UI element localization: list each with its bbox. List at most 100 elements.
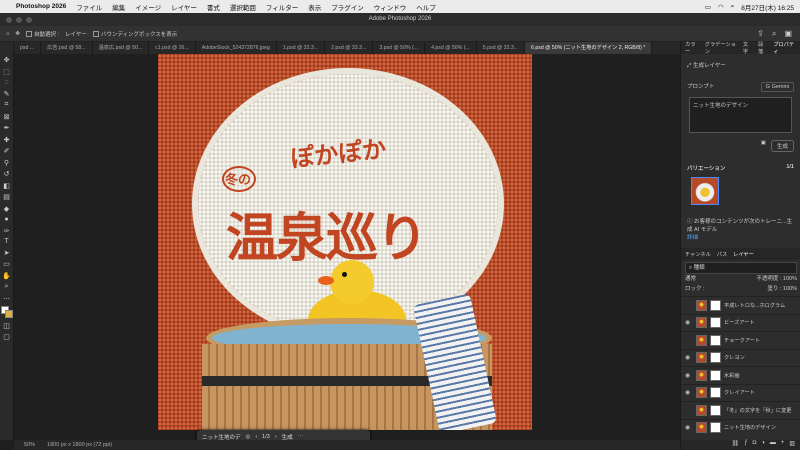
home-icon[interactable]: ⌂: [6, 31, 9, 37]
eyedropper-tool-icon[interactable]: ✒: [4, 124, 10, 132]
gradient-tool-icon[interactable]: ▤: [3, 193, 10, 201]
doc-tab[interactable]: 1.psd @ 33.3...: [277, 42, 326, 54]
doc-tab[interactable]: 4.psd @ 50% (...: [425, 42, 477, 54]
eye-icon[interactable]: ◉: [685, 389, 693, 396]
blur-tool-icon[interactable]: ◆: [4, 205, 9, 213]
eye-icon[interactable]: ◉: [685, 319, 693, 326]
stamp-tool-icon[interactable]: ⚲: [4, 159, 9, 167]
menu-type[interactable]: 書式: [207, 2, 220, 12]
tab-channels[interactable]: チャンネル: [685, 251, 711, 258]
fx-icon[interactable]: ƒ: [744, 440, 747, 450]
tab-color[interactable]: カラー: [685, 41, 699, 55]
tab-properties[interactable]: プロパティ: [773, 41, 796, 55]
wifi-icon[interactable]: ◠: [718, 3, 724, 11]
battery-icon[interactable]: ▭: [705, 3, 711, 11]
menu-window[interactable]: ウィンドウ: [374, 2, 407, 12]
eye-icon[interactable]: ◉: [685, 354, 693, 361]
layer-row[interactable]: ◉ 水彩画: [681, 366, 800, 384]
datetime[interactable]: 8月27日(木) 16:25: [741, 2, 794, 12]
generate-button[interactable]: 生成: [770, 140, 794, 152]
brush-tool-icon[interactable]: ✐: [4, 147, 10, 155]
eraser-tool-icon[interactable]: ◧: [3, 182, 10, 190]
color-swatches[interactable]: [0, 306, 13, 318]
folder-icon[interactable]: ▬: [770, 440, 776, 450]
quick-mask-icon[interactable]: ◫: [3, 322, 10, 330]
hand-tool-icon[interactable]: ✋: [2, 272, 11, 280]
lasso-tool-icon[interactable]: ◌: [4, 79, 8, 86]
doc-tab[interactable]: 温泉広.psd @ 50...: [93, 42, 150, 54]
bbox-checkbox[interactable]: バウンディングボックスを表示: [92, 30, 177, 38]
window-controls[interactable]: [6, 17, 32, 23]
fill-value[interactable]: 100%: [783, 286, 797, 292]
variation-thumbnail[interactable]: [691, 177, 719, 205]
doc-tab[interactable]: 3.psd @ 50% (...: [373, 42, 426, 54]
path-select-icon[interactable]: ➤: [4, 249, 10, 257]
tab-gradient[interactable]: グラデーション: [705, 41, 737, 55]
doc-tab[interactable]: 広告.psd @ 58...: [41, 42, 93, 54]
blend-mode-dropdown[interactable]: 通常: [685, 274, 696, 284]
menu-filter[interactable]: フィルター: [266, 2, 298, 12]
workspace-icon[interactable]: ▣: [784, 29, 792, 39]
menu-plugins[interactable]: プラグイン: [331, 2, 364, 12]
doc-tab[interactable]: 5.psd @ 33.3...: [477, 42, 526, 54]
layer-row[interactable]: チョークアート: [681, 331, 800, 349]
screen-mode-icon[interactable]: ▢: [3, 333, 10, 341]
doc-tab-active[interactable]: 6.psd @ 50% (ニット生地のデザイン 2, RGB/8) *: [525, 42, 653, 54]
layer-row[interactable]: 平成レトロな...ホログラム: [681, 296, 800, 314]
prompt-input[interactable]: ニット生地のデザイン: [689, 97, 792, 133]
menu-help[interactable]: ヘルプ: [416, 2, 436, 12]
menu-view[interactable]: 表示: [308, 2, 321, 12]
auto-select-checkbox[interactable]: 自動選択 :: [25, 30, 59, 38]
tab-character[interactable]: 文字: [743, 41, 752, 55]
doc-tab[interactable]: AdobeStock_524372876.jpeg: [196, 42, 277, 54]
search-icon[interactable]: ⌕: [772, 29, 776, 39]
doc-tab[interactable]: 2.psd @ 33.3...: [325, 42, 374, 54]
shape-tool-icon[interactable]: ▭: [3, 260, 10, 268]
healing-tool-icon[interactable]: ✚: [4, 136, 10, 144]
menu-edit[interactable]: 編集: [112, 2, 125, 12]
layer-row[interactable]: ◉ ニット生地のデザイン: [681, 418, 800, 437]
layer-row[interactable]: ◉ ビーズアート: [681, 313, 800, 332]
search-icon[interactable]: ⌕: [731, 3, 735, 11]
document-size[interactable]: 1800 px x 1800 px (72 ppi): [47, 442, 112, 448]
frame-tool-icon[interactable]: ⊠: [4, 113, 10, 121]
layer-row[interactable]: ◉ クレイアート: [681, 383, 800, 402]
canvas-artwork[interactable]: ぽかぽか 冬の 温泉巡り: [158, 54, 532, 430]
menu-image[interactable]: イメージ: [135, 2, 161, 12]
opacity-value[interactable]: 100%: [783, 276, 797, 282]
eye-icon[interactable]: ◉: [685, 372, 693, 379]
variations-label[interactable]: バリエーション: [687, 164, 725, 172]
history-brush-icon[interactable]: ↺: [4, 170, 10, 178]
trash-icon[interactable]: ▥: [789, 440, 795, 450]
doc-tab[interactable]: c1.psd @ 26...: [149, 42, 196, 54]
link-icon[interactable]: ⛓: [732, 440, 740, 450]
mask-icon[interactable]: ◘: [753, 440, 757, 450]
layer-row[interactable]: ◉ クレヨン: [681, 348, 800, 367]
new-layer-icon[interactable]: +: [781, 440, 785, 450]
filter-kind[interactable]: ⌕ 種類: [685, 262, 797, 274]
menu-file[interactable]: ファイル: [76, 2, 102, 12]
menu-select[interactable]: 選択範囲: [230, 2, 256, 12]
notice-link[interactable]: 詳細: [687, 235, 698, 241]
tab-paragraph[interactable]: 段落: [758, 41, 767, 55]
zoom-level[interactable]: 50%: [24, 442, 35, 448]
tab-paths[interactable]: パス: [717, 251, 727, 258]
adjustment-icon[interactable]: ◑: [761, 440, 765, 450]
model-dropdown[interactable]: G Gemini: [760, 82, 794, 92]
pen-tool-icon[interactable]: ✑: [4, 227, 10, 235]
auto-select-dropdown[interactable]: レイヤー: [65, 30, 87, 38]
menu-layer[interactable]: レイヤー: [171, 2, 197, 12]
reference-icon[interactable]: ▣: [761, 140, 766, 152]
eye-icon[interactable]: ◉: [685, 424, 693, 431]
doc-tab[interactable]: psd ...: [14, 42, 42, 54]
crop-tool-icon[interactable]: ⌗: [5, 101, 9, 109]
zoom-tool-icon[interactable]: ⌕: [5, 283, 9, 291]
dodge-tool-icon[interactable]: ●: [4, 216, 8, 223]
move-tool-icon[interactable]: ✥: [4, 56, 10, 64]
layer-row[interactable]: 「冬」の文字を「秋」に変更: [681, 401, 800, 419]
app-menu[interactable]: Photoshop 2026: [16, 3, 66, 10]
type-tool-icon[interactable]: T: [4, 238, 8, 245]
quick-select-tool-icon[interactable]: ✎: [4, 90, 10, 98]
move-tool-icon[interactable]: ✥: [15, 31, 20, 37]
share-icon[interactable]: ⇪: [757, 29, 764, 39]
